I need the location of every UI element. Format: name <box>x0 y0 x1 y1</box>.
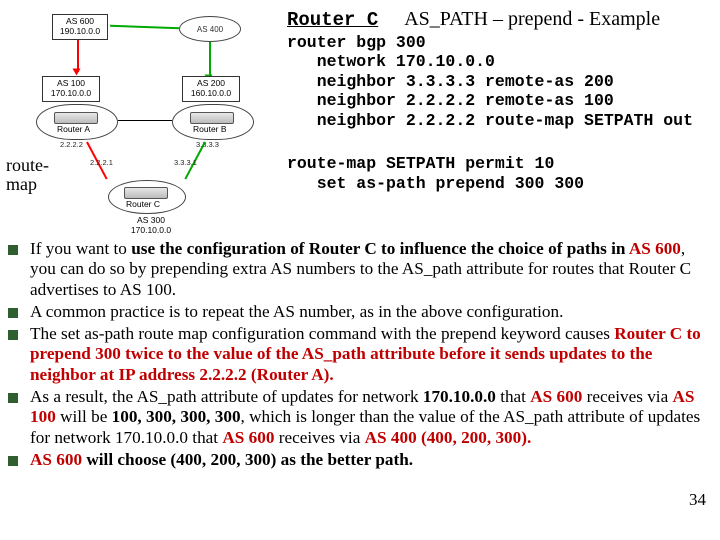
network-diagram: AS 600 190.10.0.0 AS 400 AS 100 170.10.0… <box>4 8 279 233</box>
routerB-label: Router B <box>193 124 227 134</box>
ipA: 2.2.2.2 <box>60 140 83 149</box>
bullet-icon <box>8 393 18 403</box>
bullet-icon <box>8 308 18 318</box>
routemap-config: route-map SETPATH permit 10 set as-path … <box>287 154 710 193</box>
router-c-heading: Router C <box>287 9 378 31</box>
as200-box: AS 200 160.10.0.0 <box>182 76 240 102</box>
bullet-5: AS 600 will choose (400, 200, 300) as th… <box>30 450 702 470</box>
bullet-list: If you want to use the configuration of … <box>0 233 720 470</box>
slide-title: AS_PATH – prepend - Example <box>404 8 660 31</box>
bullet-2: A common practice is to repeat the AS nu… <box>30 302 702 322</box>
ipL: 2.2.2.1 <box>90 158 113 167</box>
bullet-4: As a result, the AS_path attribute of up… <box>30 387 702 448</box>
config-panel: Router C AS_PATH – prepend - Example rou… <box>287 8 716 233</box>
as300-box: AS 300 170.10.0.0 <box>122 214 180 238</box>
as100-box: AS 100 170.10.0.0 <box>42 76 100 102</box>
ipR: 3.3.3.1 <box>174 158 197 167</box>
bgp-config: router bgp 300 network 170.10.0.0 neighb… <box>287 33 710 130</box>
bullet-3: The set as-path route map configuration … <box>30 324 702 385</box>
routerA-label: Router A <box>57 124 90 134</box>
as600-box: AS 600 190.10.0.0 <box>52 14 108 40</box>
bullet-icon <box>8 330 18 340</box>
page-number: 34 <box>689 490 706 510</box>
as400-cloud: AS 400 <box>179 16 241 42</box>
routemap-label: route-map <box>6 156 62 194</box>
bullet-icon <box>8 245 18 255</box>
routerC-label: Router C <box>126 199 160 209</box>
bullet-icon <box>8 456 18 466</box>
bullet-1: If you want to use the configuration of … <box>30 239 702 300</box>
